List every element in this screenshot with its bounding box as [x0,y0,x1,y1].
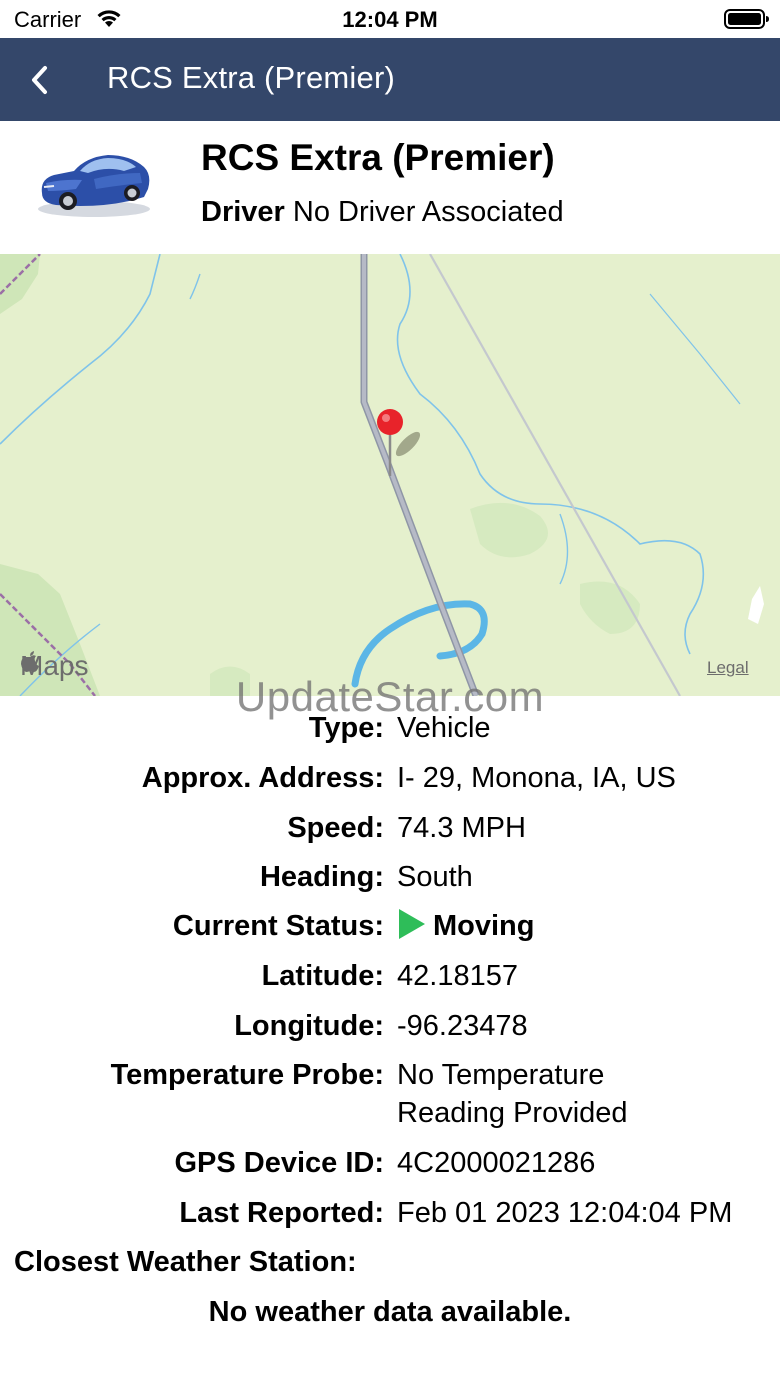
apple-icon [21,651,39,672]
latitude-value: 42.18157 [397,960,518,992]
temperature-value-line1: No Temperature [397,1059,605,1091]
gps-value: 4C2000021286 [397,1147,596,1179]
type-value: Vehicle [397,712,491,744]
play-icon [399,909,425,939]
status-bar: Carrier 12:04 PM [0,0,780,38]
driver-value: No Driver Associated [292,196,564,228]
address-value: I- 29, Monona, IA, US [397,762,676,794]
status-text: Moving [433,910,535,942]
gps-label: GPS Device ID: [174,1147,384,1179]
weather-station-label: Closest Weather Station: [14,1246,357,1278]
back-button[interactable] [20,58,64,102]
chevron-left-icon [32,66,47,94]
map-view[interactable]: Maps Legal [0,254,780,696]
reported-label: Last Reported: [179,1197,384,1229]
heading-value: South [397,861,473,893]
clock: 12:04 PM [342,7,438,32]
heading-label: Heading: [259,861,384,893]
nav-title: RCS Extra (Premier) [107,60,395,95]
driver-label: Driver [201,196,285,228]
status-label: Current Status: [172,910,384,942]
map-canvas [0,254,780,696]
vehicle-name: RCS Extra (Premier) [201,137,555,178]
speed-label: Speed: [287,812,384,844]
vehicle-header: RCS Extra (Premier) Driver No Driver Ass… [0,121,780,254]
temperature-label: Temperature Probe: [110,1059,384,1091]
speed-value: 74.3 MPH [397,812,526,844]
navigation-bar: RCS Extra (Premier) [0,38,780,121]
latitude-label: Latitude: [261,960,384,992]
longitude-value: -96.23478 [397,1010,528,1042]
type-label: Type: [308,712,384,744]
status-value: Moving [397,907,535,945]
watermark: UpdateStar.com [235,673,545,720]
weather-message: No weather data available. [208,1296,572,1328]
longitude-label: Longitude: [234,1010,384,1042]
temperature-value-line2: Reading Provided [397,1097,628,1129]
address-label: Approx. Address: [141,762,384,794]
driver-line: Driver No Driver Associated [201,196,564,229]
reported-value: Feb 01 2023 12:04:04 PM [397,1197,733,1229]
battery-icon [724,9,769,29]
car-icon [38,155,150,217]
